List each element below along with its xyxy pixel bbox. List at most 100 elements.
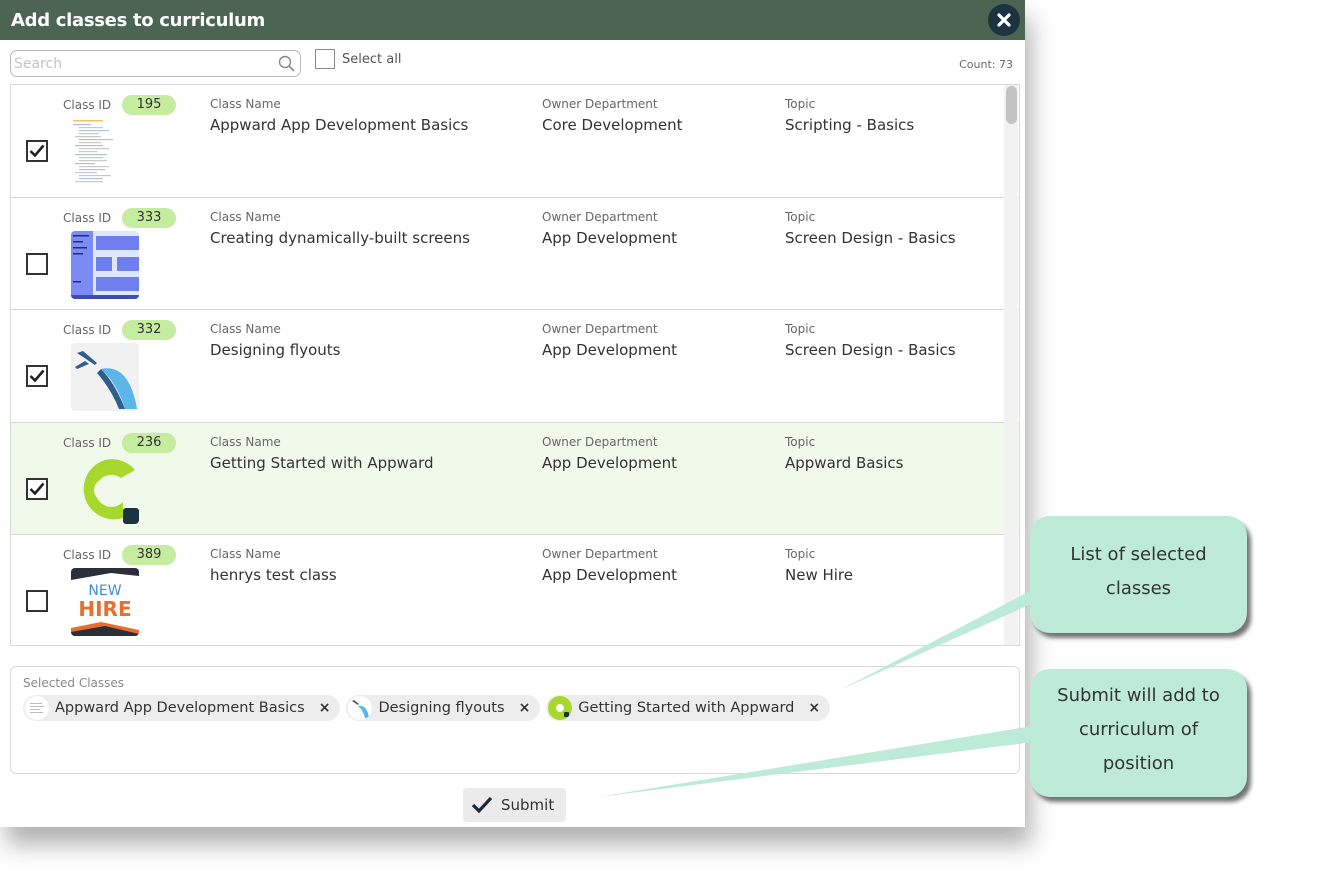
row-checkbox[interactable] [26, 477, 48, 500]
chip-label: Designing flyouts [378, 700, 505, 716]
remove-chip-icon[interactable]: × [808, 700, 820, 716]
class-row[interactable]: Class ID 389 NEW HIRE Class Name henrys … [11, 535, 1019, 645]
topic-value: New Hire [785, 566, 853, 584]
topic-label: Topic [785, 209, 816, 224]
class-id-badge: 389 [122, 545, 176, 565]
search-icon[interactable] [278, 55, 295, 72]
owner-department-label: Owner Department [542, 434, 658, 449]
class-id-label: Class ID [63, 98, 112, 112]
owner-department-value: App Development [542, 566, 678, 584]
count-label: Count: 73 [959, 58, 1013, 71]
owner-department-value: App Development [542, 341, 678, 359]
chip-label: Appward App Development Basics [55, 700, 305, 716]
checkmark-icon [29, 369, 45, 383]
class-row[interactable]: Class ID 332 Class Name Designing flyout… [11, 310, 1019, 423]
class-row[interactable]: Class ID 333 Class Name Creating dynamic… [11, 197, 1019, 310]
topic-value: Screen Design - Basics [785, 341, 956, 359]
class-name-label: Class Name [210, 97, 281, 111]
owner-department-label: Owner Department [542, 322, 658, 336]
selected-chip[interactable]: Designing flyouts × [346, 695, 541, 721]
submit-button[interactable]: Submit [463, 788, 566, 822]
class-id-badge: 333 [122, 207, 176, 228]
screen-layout-thumbnail [71, 230, 139, 299]
close-icon [997, 13, 1011, 27]
class-id-badge: 332 [122, 320, 176, 340]
class-id-label: Class ID [63, 435, 112, 450]
add-classes-dialog: Add classes to curriculum Select all Cou… [0, 0, 1025, 827]
class-name-value: Creating dynamically-built screens [210, 228, 470, 247]
class-name-value: Getting Started with Appward [210, 453, 434, 472]
class-name-value: Appward App Development Basics [210, 116, 469, 134]
class-id-badge: 236 [122, 432, 176, 453]
class-row[interactable]: Class ID 236 Class Name Getting Started … [11, 422, 1019, 535]
class-name-value: Designing flyouts [210, 341, 341, 359]
owner-department-value: App Development [542, 228, 678, 247]
class-id-label: Class ID [63, 323, 112, 337]
remove-chip-icon[interactable]: × [519, 700, 531, 716]
row-checkbox[interactable] [26, 365, 48, 387]
selected-classes-panel: Selected Classes Appward App Development… [10, 666, 1020, 774]
selected-chips: Appward App Development Basics × Designi… [23, 695, 831, 721]
topic-value: Screen Design - Basics [785, 228, 956, 247]
new-hire-thumbnail: NEW HIRE [71, 568, 139, 636]
list-scrollbar[interactable] [1004, 85, 1018, 645]
airplane-icon [348, 696, 373, 720]
topic-value: Appward Basics [785, 453, 904, 472]
close-button[interactable] [988, 4, 1020, 36]
callout-selected-classes: List of selected classes [1030, 516, 1247, 633]
class-name-label: Class Name [210, 547, 281, 561]
select-all-checkbox[interactable] [315, 49, 335, 69]
callout-submit: Submit will add to curriculum of positio… [1030, 669, 1247, 797]
dialog-title: Add classes to curriculum [11, 9, 265, 31]
checkmark-icon [471, 796, 493, 814]
checkmark-icon [29, 482, 45, 495]
callout-line: List of selected [1070, 544, 1207, 565]
checkmark-icon [29, 144, 45, 158]
dialog-titlebar: Add classes to curriculum [0, 0, 1025, 40]
airplane-thumbnail [71, 343, 139, 411]
search-box [10, 50, 301, 77]
appward-logo-icon [548, 696, 573, 720]
selected-classes-title: Selected Classes [23, 676, 125, 690]
class-name-label: Class Name [210, 322, 281, 336]
class-row[interactable]: Class ID 195 Class Name Appward App Deve… [11, 85, 1019, 198]
topic-label: Topic [785, 97, 816, 111]
callout-line: position [1102, 753, 1175, 774]
appward-logo-thumbnail [71, 456, 139, 524]
owner-department-label: Owner Department [542, 209, 658, 224]
row-checkbox[interactable] [26, 252, 48, 275]
select-all-control[interactable]: Select all [315, 49, 401, 69]
code-screenshot-thumbnail [71, 118, 139, 186]
selected-chip[interactable]: Getting Started with Appward × [546, 695, 831, 721]
topic-value: Scripting - Basics [785, 116, 915, 134]
class-list: Class ID 195 Class Name Appward App Deve… [10, 84, 1020, 646]
callout-line: Submit will add to [1057, 685, 1220, 706]
class-id-label: Class ID [63, 548, 112, 562]
scrollbar-thumb[interactable] [1006, 86, 1017, 124]
toolbar: Select all Count: 73 [0, 40, 1025, 84]
callout-line: classes [1105, 578, 1172, 599]
search-input[interactable] [11, 51, 273, 76]
topic-label: Topic [785, 547, 816, 561]
topic-label: Topic [785, 322, 816, 336]
owner-department-label: Owner Department [542, 97, 658, 111]
class-id-badge: 195 [122, 95, 176, 115]
owner-department-value: App Development [542, 453, 678, 472]
row-checkbox[interactable] [26, 140, 48, 162]
code-screenshot-icon [25, 696, 49, 720]
row-checkbox[interactable] [26, 590, 48, 612]
selected-chip[interactable]: Appward App Development Basics × [23, 695, 341, 721]
remove-chip-icon[interactable]: × [319, 700, 331, 716]
chip-label: Getting Started with Appward [578, 700, 795, 716]
class-name-value: henrys test class [210, 566, 337, 584]
callout-line: curriculum of [1078, 719, 1199, 740]
submit-label: Submit [501, 796, 555, 814]
owner-department-label: Owner Department [542, 547, 658, 561]
topic-label: Topic [785, 434, 816, 449]
class-name-label: Class Name [210, 209, 281, 224]
select-all-label: Select all [342, 51, 402, 67]
class-name-label: Class Name [210, 434, 281, 449]
owner-department-value: Core Development [542, 116, 683, 134]
class-id-label: Class ID [63, 210, 112, 225]
new-hire-text-bottom: HIRE [78, 597, 131, 621]
